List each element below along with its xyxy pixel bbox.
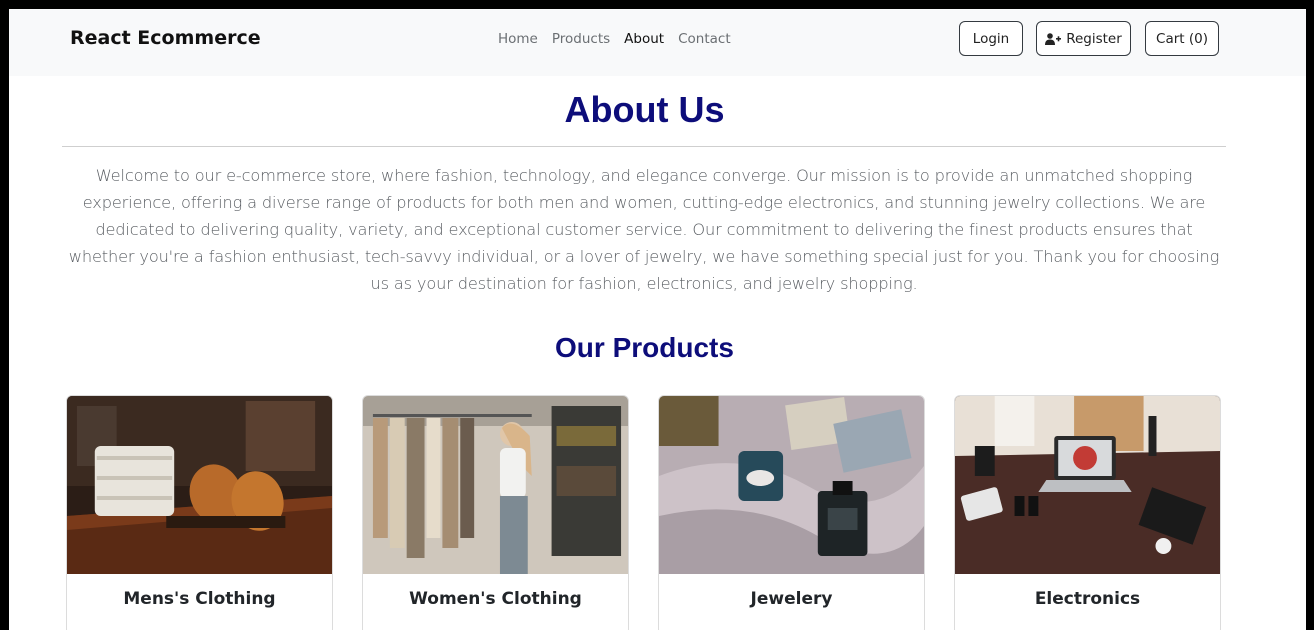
nav-link-contact[interactable]: Contact	[678, 31, 731, 47]
about-description: Welcome to our e-commerce store, where f…	[68, 166, 1220, 293]
jewelery-image	[659, 396, 924, 574]
product-card-electronics[interactable]: Electronics	[954, 395, 1221, 630]
product-card-jewelery[interactable]: Jewelery	[658, 395, 925, 630]
card-title: Electronics	[1034, 589, 1141, 609]
brand-logo[interactable]: React Ecommerce	[70, 27, 261, 49]
electronics-image	[955, 396, 1220, 574]
card-title: Jewelery	[750, 589, 833, 609]
nav-links: Home Products About Contact	[498, 31, 731, 47]
products-section-title: Our Products	[555, 332, 734, 363]
nav-link-about[interactable]: About	[624, 31, 664, 47]
login-button[interactable]: Login	[959, 21, 1023, 56]
card-title: Mens's Clothing	[123, 589, 276, 609]
product-card-mens-clothing[interactable]: Mens's Clothing	[66, 395, 333, 630]
navbar: React Ecommerce Home Products About Cont…	[9, 9, 1306, 76]
nav-link-home[interactable]: Home	[498, 31, 538, 47]
womens-clothing-image	[363, 396, 628, 574]
nav-link-products[interactable]: Products	[552, 31, 610, 47]
product-card-womens-clothing[interactable]: Women's Clothing	[362, 395, 629, 630]
register-button[interactable]: Register	[1036, 21, 1131, 56]
browser-viewport: React Ecommerce Home Products About Cont…	[9, 9, 1306, 630]
mens-clothing-image	[67, 396, 332, 574]
cart-button[interactable]: Cart (0)	[1145, 21, 1219, 56]
card-title: Women's Clothing	[409, 589, 582, 609]
login-button-label: Login	[972, 30, 1010, 47]
cart-button-label: Cart (0)	[1156, 30, 1208, 47]
register-button-label: Register	[1066, 30, 1122, 47]
title-divider	[62, 146, 1226, 147]
page-title: About Us	[564, 89, 725, 130]
user-plus-icon	[1045, 32, 1062, 45]
